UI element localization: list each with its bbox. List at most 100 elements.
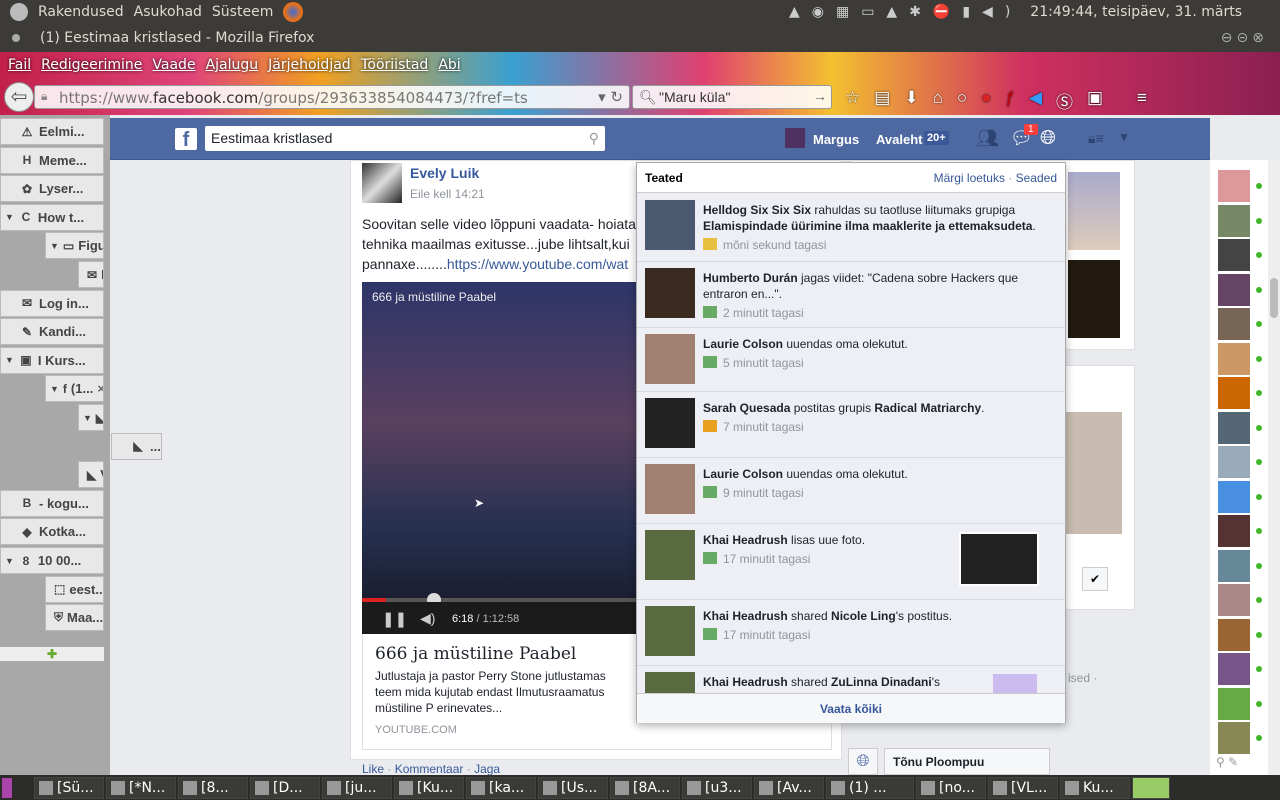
sidebar-tab[interactable]: ✉ Log in...	[0, 289, 104, 317]
taskbar-window-button[interactable]: (1) ...	[826, 776, 914, 799]
menu-bookmarks[interactable]: Järjehoidjad	[268, 57, 351, 73]
taskbar-window-button[interactable]: [ka...	[466, 776, 536, 799]
search-go-icon[interactable]: →	[813, 88, 827, 104]
account-menu-chevron-down-icon[interactable]: ▼	[1118, 130, 1130, 144]
chat-contact-avatar[interactable]	[1218, 687, 1250, 720]
chat-contact-avatar[interactable]	[1218, 722, 1250, 754]
chat-contact-avatar[interactable]	[1218, 411, 1250, 444]
share-icon[interactable]: ◀	[1029, 88, 1042, 113]
notifications-globe-icon[interactable]: 🌐︎	[1040, 127, 1056, 150]
notification-item[interactable]: Laurie Colson uuendas oma olekutut. 5 mi…	[637, 328, 1065, 392]
taskbar-window-button[interactable]: [*N...	[106, 776, 176, 799]
flash-icon[interactable]: ƒ	[1005, 88, 1014, 113]
clock[interactable]: 21:49:44, teisipäev, 31. märts	[1030, 4, 1242, 20]
twisty-icon[interactable]: ▼	[5, 212, 14, 222]
chat-tab[interactable]: Tõnu Ploompuu	[884, 748, 1050, 775]
suggestion-photo[interactable]	[1066, 412, 1122, 534]
bookmarks-list-icon[interactable]: ▤	[874, 88, 890, 113]
twisty-icon[interactable]: ▼	[5, 355, 14, 365]
chat-contact-avatar[interactable]	[1218, 446, 1250, 478]
share-link[interactable]: Jaga	[474, 762, 500, 776]
sidebar-tab[interactable]: ✎ Kandi...	[0, 318, 104, 346]
scrollbar[interactable]	[1268, 160, 1280, 775]
taskbar-window-button[interactable]: [u3...	[682, 776, 752, 799]
sidebar-tab[interactable]: ◣...	[111, 432, 162, 460]
profile-link[interactable]: Margus	[813, 132, 859, 147]
sidebar-tab[interactable]: ✿ Lyser...	[0, 175, 104, 203]
chat-contact-avatar[interactable]	[1218, 239, 1250, 271]
facebook-logo-icon[interactable]: f	[175, 128, 197, 151]
menu-view[interactable]: Vaade	[152, 57, 195, 73]
notification-item[interactable]: Humberto Durán jagas viidet: "Cadena sob…	[637, 262, 1065, 328]
url-bar[interactable]: 🔒︎ https://www.facebook.com/groups/29363…	[34, 85, 630, 109]
author-avatar[interactable]	[362, 163, 402, 203]
video-player[interactable]: 666 ja müstiline Paabel ➤ ❚❚ ◀) 6:18 / 1…	[362, 282, 642, 634]
group-photo[interactable]	[1068, 260, 1120, 338]
like-link[interactable]: Like	[362, 762, 384, 776]
show-desktop-button[interactable]	[2, 777, 12, 798]
ubuntu-logo-icon[interactable]	[10, 3, 28, 21]
sidebar-tab[interactable]: ▼▭Figu...	[45, 232, 104, 260]
privacy-shortcuts-icon[interactable]: 🔒︎≡	[1088, 130, 1104, 147]
chat-contact-avatar[interactable]	[1218, 377, 1250, 409]
notification-item[interactable]: Laurie Colson uuendas oma olekutut. 9 mi…	[637, 458, 1065, 524]
notification-item[interactable]: Helldog Six Six Six rahuldas su taotluse…	[637, 194, 1065, 262]
chat-contact-avatar[interactable]	[1218, 204, 1250, 237]
search-icon[interactable]: ⚲	[589, 130, 599, 147]
menu-help[interactable]: Abi	[438, 57, 460, 73]
home-link[interactable]: Avaleht	[876, 132, 922, 147]
taskbar-window-button[interactable]: [8A...	[610, 776, 680, 799]
chat-contact-avatar[interactable]	[1218, 549, 1250, 582]
sidebar-tab[interactable]: ⬚ eest...	[45, 575, 104, 603]
chat-globe-button[interactable]: 🌐︎	[848, 748, 878, 775]
menu-system[interactable]: Süsteem	[212, 4, 273, 20]
search-bar[interactable]: 🔍︎ "Maru küla" →	[632, 85, 832, 109]
chat-contact-avatar[interactable]	[1218, 480, 1250, 513]
pause-icon[interactable]: ❚❚	[382, 610, 407, 628]
twisty-icon[interactable]: ▼	[50, 384, 59, 394]
chat-contact-avatar[interactable]	[1218, 170, 1250, 202]
see-all-link[interactable]: Vaata kõiki	[637, 693, 1065, 723]
menu-history[interactable]: Ajalugu	[206, 57, 259, 73]
volume-icon[interactable]: ◀)	[420, 610, 435, 627]
adblock-icon[interactable]: ●	[981, 88, 991, 113]
chat-search-icon[interactable]: ⚲ ✎	[1216, 755, 1238, 769]
sidebar-tab[interactable]: ⚠ Eelmi...	[0, 118, 104, 145]
sidebar-tab[interactable]: ▼ 8 10 00...	[0, 547, 104, 574]
post-link[interactable]: https://www.youtube.com/wat	[447, 256, 628, 272]
chat-contact-avatar[interactable]	[1218, 515, 1250, 547]
chat-contact-avatar[interactable]	[1218, 342, 1250, 375]
menu-places[interactable]: Asukohad	[134, 4, 202, 20]
fb-search-input[interactable]: Eestimaa kristlased ⚲	[205, 126, 605, 151]
post-author[interactable]: Evely Luik	[410, 165, 479, 181]
taskbar-window-button[interactable]: [D...	[250, 776, 320, 799]
s-addon-icon[interactable]: Ⓢ	[1056, 88, 1073, 113]
notification-item[interactable]: Sarah Quesada postitas grupis Radical Ma…	[637, 392, 1065, 458]
sidebar-tab[interactable]: ✉Lo...	[78, 261, 104, 288]
notification-settings-link[interactable]: Seaded	[1016, 171, 1057, 185]
menu-file[interactable]: Fail	[8, 57, 31, 73]
back-button[interactable]: ⇦	[4, 82, 34, 112]
sidebar-tab[interactable]: ▼◣VA...	[78, 404, 104, 431]
new-tab-plus-icon[interactable]: ✚	[0, 647, 104, 661]
menu-applications[interactable]: Rakendused	[38, 4, 124, 20]
taskbar-window-button[interactable]: [ju...	[322, 776, 392, 799]
post-time[interactable]: Eile kell 14:21	[410, 187, 485, 201]
chat-contact-avatar[interactable]	[1218, 584, 1250, 616]
sidebar-tab[interactable]: H Meme...	[0, 146, 104, 174]
tab-close-icon[interactable]: ×	[97, 381, 103, 396]
twisty-icon[interactable]: ▼	[50, 241, 59, 251]
sidebar-tab[interactable]: ◆ Kotka...	[0, 518, 104, 546]
zoom-icon[interactable]: ○	[957, 88, 967, 113]
firefox-launcher-icon[interactable]	[283, 2, 304, 22]
sidebar-tab[interactable]: ▼ C How t...	[0, 203, 104, 231]
sidebar-tab[interactable]: ◣VA...	[78, 461, 104, 489]
twisty-icon[interactable]: ▼	[83, 413, 92, 423]
taskbar-window-button[interactable]: Ku...	[1060, 776, 1130, 799]
taskbar-window-button[interactable]: [Ku...	[394, 776, 464, 799]
check-button[interactable]: ✔	[1082, 567, 1108, 591]
sidebar-tab[interactable]: ⛨ Maa...	[45, 604, 104, 632]
chat-contact-avatar[interactable]	[1218, 618, 1250, 651]
sidebar-tab[interactable]: ▼f(1...×	[45, 375, 104, 403]
group-photo[interactable]	[1068, 172, 1120, 250]
